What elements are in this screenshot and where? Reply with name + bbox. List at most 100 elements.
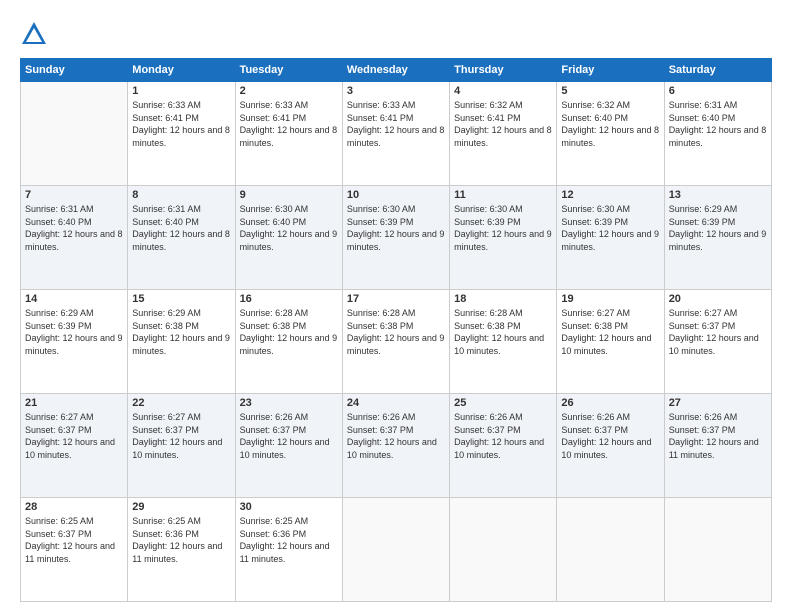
day-info: Sunrise: 6:25 AM Sunset: 6:36 PM Dayligh…: [240, 515, 338, 565]
calendar-table: SundayMondayTuesdayWednesdayThursdayFrid…: [20, 58, 772, 602]
day-number: 1: [132, 85, 230, 97]
calendar-cell: 20Sunrise: 6:27 AM Sunset: 6:37 PM Dayli…: [664, 290, 771, 394]
day-info: Sunrise: 6:26 AM Sunset: 6:37 PM Dayligh…: [240, 411, 338, 461]
calendar-cell: 5Sunrise: 6:32 AM Sunset: 6:40 PM Daylig…: [557, 82, 664, 186]
calendar-week-row: 1 Sunrise: 6:33 AM Sunset: 6:41 PM Daylig…: [21, 82, 772, 186]
day-number: 6: [669, 85, 767, 97]
calendar-cell: 19 Sunrise: 6:27 AM Sunset: 6:38 PM Dayli…: [557, 290, 664, 394]
calendar-cell: 25 Sunrise: 6:26 AM Sunset: 6:37 PM Dayli…: [450, 394, 557, 498]
calendar-cell: 14 Sunrise: 6:29 AM Sunset: 6:39 PM Dayli…: [21, 290, 128, 394]
calendar-cell: [342, 498, 449, 602]
day-number: 29: [132, 501, 230, 513]
day-number: 25: [454, 397, 552, 409]
calendar-week-row: 7 Sunrise: 6:31 AM Sunset: 6:40 PM Daylig…: [21, 186, 772, 290]
page: SundayMondayTuesdayWednesdayThursdayFrid…: [0, 0, 792, 612]
calendar-cell: 2Sunrise: 6:33 AM Sunset: 6:41 PM Daylig…: [235, 82, 342, 186]
calendar-cell: 11 Sunrise: 6:30 AM Sunset: 6:39 PM Dayli…: [450, 186, 557, 290]
calendar-cell: 16 Sunrise: 6:28 AM Sunset: 6:38 PM Dayli…: [235, 290, 342, 394]
logo-icon: [20, 20, 48, 48]
day-number: 8: [132, 189, 230, 201]
day-info: Sunrise: 6:28 AM Sunset: 6:38 PM Dayligh…: [347, 307, 445, 357]
calendar-header-wednesday: Wednesday: [342, 59, 449, 82]
calendar-cell: 18 Sunrise: 6:28 AM Sunset: 6:38 PM Dayli…: [450, 290, 557, 394]
calendar-cell: 23 Sunrise: 6:26 AM Sunset: 6:37 PM Dayli…: [235, 394, 342, 498]
day-number: 18: [454, 293, 552, 305]
day-info: Sunrise: 6:29 AM Sunset: 6:39 PM Dayligh…: [25, 307, 123, 357]
calendar-cell: 9 Sunrise: 6:30 AM Sunset: 6:40 PM Daylig…: [235, 186, 342, 290]
day-number: 14: [25, 293, 123, 305]
calendar-header-sunday: Sunday: [21, 59, 128, 82]
logo: [20, 20, 52, 48]
day-info: Sunrise: 6:28 AM Sunset: 6:38 PM Dayligh…: [454, 307, 552, 357]
day-number: 23: [240, 397, 338, 409]
day-number: 22: [132, 397, 230, 409]
day-number: 28: [25, 501, 123, 513]
calendar-cell: [21, 82, 128, 186]
calendar-cell: [557, 498, 664, 602]
day-number: 13: [669, 189, 767, 201]
day-number: 12: [561, 189, 659, 201]
day-number: 15: [132, 293, 230, 305]
calendar-cell: 13Sunrise: 6:29 AM Sunset: 6:39 PM Dayli…: [664, 186, 771, 290]
day-number: 19: [561, 293, 659, 305]
day-info: Sunrise: 6:30 AM Sunset: 6:39 PM Dayligh…: [454, 203, 552, 253]
day-info: Sunrise: 6:27 AM Sunset: 6:38 PM Dayligh…: [561, 307, 659, 357]
day-info: Sunrise: 6:26 AM Sunset: 6:37 PM Dayligh…: [561, 411, 659, 461]
day-number: 24: [347, 397, 445, 409]
calendar-cell: 4Sunrise: 6:32 AM Sunset: 6:41 PM Daylig…: [450, 82, 557, 186]
calendar-week-row: 14 Sunrise: 6:29 AM Sunset: 6:39 PM Dayli…: [21, 290, 772, 394]
day-number: 27: [669, 397, 767, 409]
day-number: 7: [25, 189, 123, 201]
day-info: Sunrise: 6:26 AM Sunset: 6:37 PM Dayligh…: [669, 411, 767, 461]
calendar-cell: 21Sunrise: 6:27 AM Sunset: 6:37 PM Dayli…: [21, 394, 128, 498]
day-info: Sunrise: 6:31 AM Sunset: 6:40 PM Dayligh…: [132, 203, 230, 253]
calendar-header-monday: Monday: [128, 59, 235, 82]
calendar-cell: [664, 498, 771, 602]
calendar-cell: 10 Sunrise: 6:30 AM Sunset: 6:39 PM Dayli…: [342, 186, 449, 290]
day-info: Sunrise: 6:33 AM Sunset: 6:41 PM Dayligh…: [240, 99, 338, 149]
calendar-cell: 1 Sunrise: 6:33 AM Sunset: 6:41 PM Daylig…: [128, 82, 235, 186]
calendar-header-thursday: Thursday: [450, 59, 557, 82]
calendar-cell: 26 Sunrise: 6:26 AM Sunset: 6:37 PM Dayli…: [557, 394, 664, 498]
calendar-week-row: 28 Sunrise: 6:25 AM Sunset: 6:37 PM Dayli…: [21, 498, 772, 602]
calendar-cell: 6 Sunrise: 6:31 AM Sunset: 6:40 PM Daylig…: [664, 82, 771, 186]
day-info: Sunrise: 6:28 AM Sunset: 6:38 PM Dayligh…: [240, 307, 338, 357]
calendar-cell: 8 Sunrise: 6:31 AM Sunset: 6:40 PM Daylig…: [128, 186, 235, 290]
day-number: 21: [25, 397, 123, 409]
day-info: Sunrise: 6:30 AM Sunset: 6:39 PM Dayligh…: [561, 203, 659, 253]
day-number: 10: [347, 189, 445, 201]
day-number: 26: [561, 397, 659, 409]
day-number: 5: [561, 85, 659, 97]
calendar-cell: 30 Sunrise: 6:25 AM Sunset: 6:36 PM Dayli…: [235, 498, 342, 602]
day-info: Sunrise: 6:32 AM Sunset: 6:41 PM Dayligh…: [454, 99, 552, 149]
day-number: 17: [347, 293, 445, 305]
calendar-header-row: SundayMondayTuesdayWednesdayThursdayFrid…: [21, 59, 772, 82]
calendar-cell: 7 Sunrise: 6:31 AM Sunset: 6:40 PM Daylig…: [21, 186, 128, 290]
calendar-cell: 29 Sunrise: 6:25 AM Sunset: 6:36 PM Dayli…: [128, 498, 235, 602]
day-number: 9: [240, 189, 338, 201]
day-info: Sunrise: 6:25 AM Sunset: 6:37 PM Dayligh…: [25, 515, 123, 565]
day-number: 30: [240, 501, 338, 513]
day-info: Sunrise: 6:33 AM Sunset: 6:41 PM Dayligh…: [347, 99, 445, 149]
day-info: Sunrise: 6:29 AM Sunset: 6:38 PM Dayligh…: [132, 307, 230, 357]
day-info: Sunrise: 6:30 AM Sunset: 6:40 PM Dayligh…: [240, 203, 338, 253]
day-number: 20: [669, 293, 767, 305]
day-number: 11: [454, 189, 552, 201]
day-info: Sunrise: 6:31 AM Sunset: 6:40 PM Dayligh…: [25, 203, 123, 253]
day-info: Sunrise: 6:31 AM Sunset: 6:40 PM Dayligh…: [669, 99, 767, 149]
calendar-header-tuesday: Tuesday: [235, 59, 342, 82]
calendar-cell: 27 Sunrise: 6:26 AM Sunset: 6:37 PM Dayli…: [664, 394, 771, 498]
day-number: 16: [240, 293, 338, 305]
calendar-header-saturday: Saturday: [664, 59, 771, 82]
calendar-header-friday: Friday: [557, 59, 664, 82]
day-number: 3: [347, 85, 445, 97]
calendar-cell: 12 Sunrise: 6:30 AM Sunset: 6:39 PM Dayli…: [557, 186, 664, 290]
day-info: Sunrise: 6:33 AM Sunset: 6:41 PM Dayligh…: [132, 99, 230, 149]
calendar-cell: 24Sunrise: 6:26 AM Sunset: 6:37 PM Dayli…: [342, 394, 449, 498]
day-info: Sunrise: 6:30 AM Sunset: 6:39 PM Dayligh…: [347, 203, 445, 253]
day-info: Sunrise: 6:26 AM Sunset: 6:37 PM Dayligh…: [454, 411, 552, 461]
day-info: Sunrise: 6:27 AM Sunset: 6:37 PM Dayligh…: [132, 411, 230, 461]
calendar-cell: 17 Sunrise: 6:28 AM Sunset: 6:38 PM Dayli…: [342, 290, 449, 394]
day-info: Sunrise: 6:25 AM Sunset: 6:36 PM Dayligh…: [132, 515, 230, 565]
header: [20, 20, 772, 48]
